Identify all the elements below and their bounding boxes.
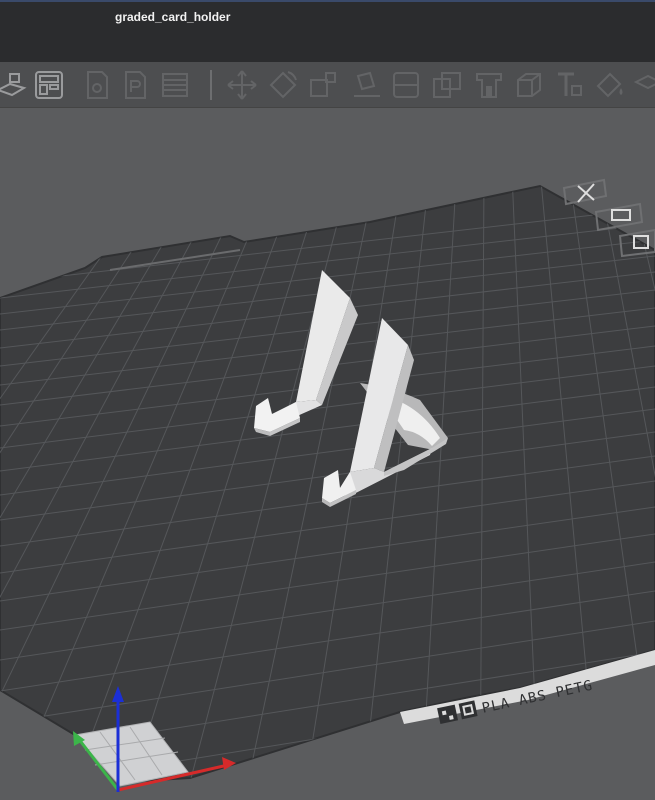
color-paint-button[interactable]: [594, 68, 628, 102]
title-bar: graded_card_holder: [0, 0, 655, 62]
cut-button[interactable]: [389, 68, 423, 102]
support-paint-icon: [476, 73, 502, 98]
orient-button[interactable]: [80, 68, 114, 102]
plate-settings-icon: [611, 209, 631, 221]
move-icon: [227, 70, 257, 100]
3d-viewport[interactable]: PLA ABS PETG: [0, 108, 655, 800]
move-button[interactable]: [225, 68, 259, 102]
scale-button[interactable]: [306, 68, 340, 102]
text-tool-button[interactable]: [552, 68, 586, 102]
boolean-icon: [433, 72, 461, 98]
add-plate-button[interactable]: [0, 68, 28, 102]
main-toolbar: [0, 62, 655, 108]
close-plate-button[interactable]: [562, 178, 608, 206]
place-on-face-button[interactable]: [350, 68, 384, 102]
boolean-button[interactable]: [430, 68, 464, 102]
cut-icon: [393, 72, 419, 98]
rotate-icon: [269, 71, 297, 99]
seam-paint-icon: [517, 73, 541, 97]
orient-icon: [87, 71, 108, 99]
more-tools-button[interactable]: [632, 68, 655, 102]
add-plate-icon: [0, 73, 27, 97]
3d-scene: PLA ABS PETG: [0, 178, 655, 792]
print-settings-icon: [125, 71, 146, 99]
print-settings-button[interactable]: [118, 68, 152, 102]
seam-paint-button[interactable]: [512, 68, 546, 102]
arrange-button[interactable]: [32, 68, 66, 102]
window-title: graded_card_holder: [115, 10, 231, 24]
rotate-button[interactable]: [266, 68, 300, 102]
scale-icon: [310, 72, 336, 97]
place-on-face-icon: [354, 71, 380, 97]
layers-icon: [162, 73, 188, 97]
build-plate: [0, 184, 655, 784]
arrange-layout-icon: [35, 71, 63, 99]
text-tool-icon: [558, 72, 582, 96]
toolbar-separator: [210, 70, 212, 100]
more-tools-icon: [633, 74, 655, 90]
color-paint-icon: [596, 72, 623, 98]
support-paint-button[interactable]: [472, 68, 506, 102]
layers-button[interactable]: [158, 68, 192, 102]
